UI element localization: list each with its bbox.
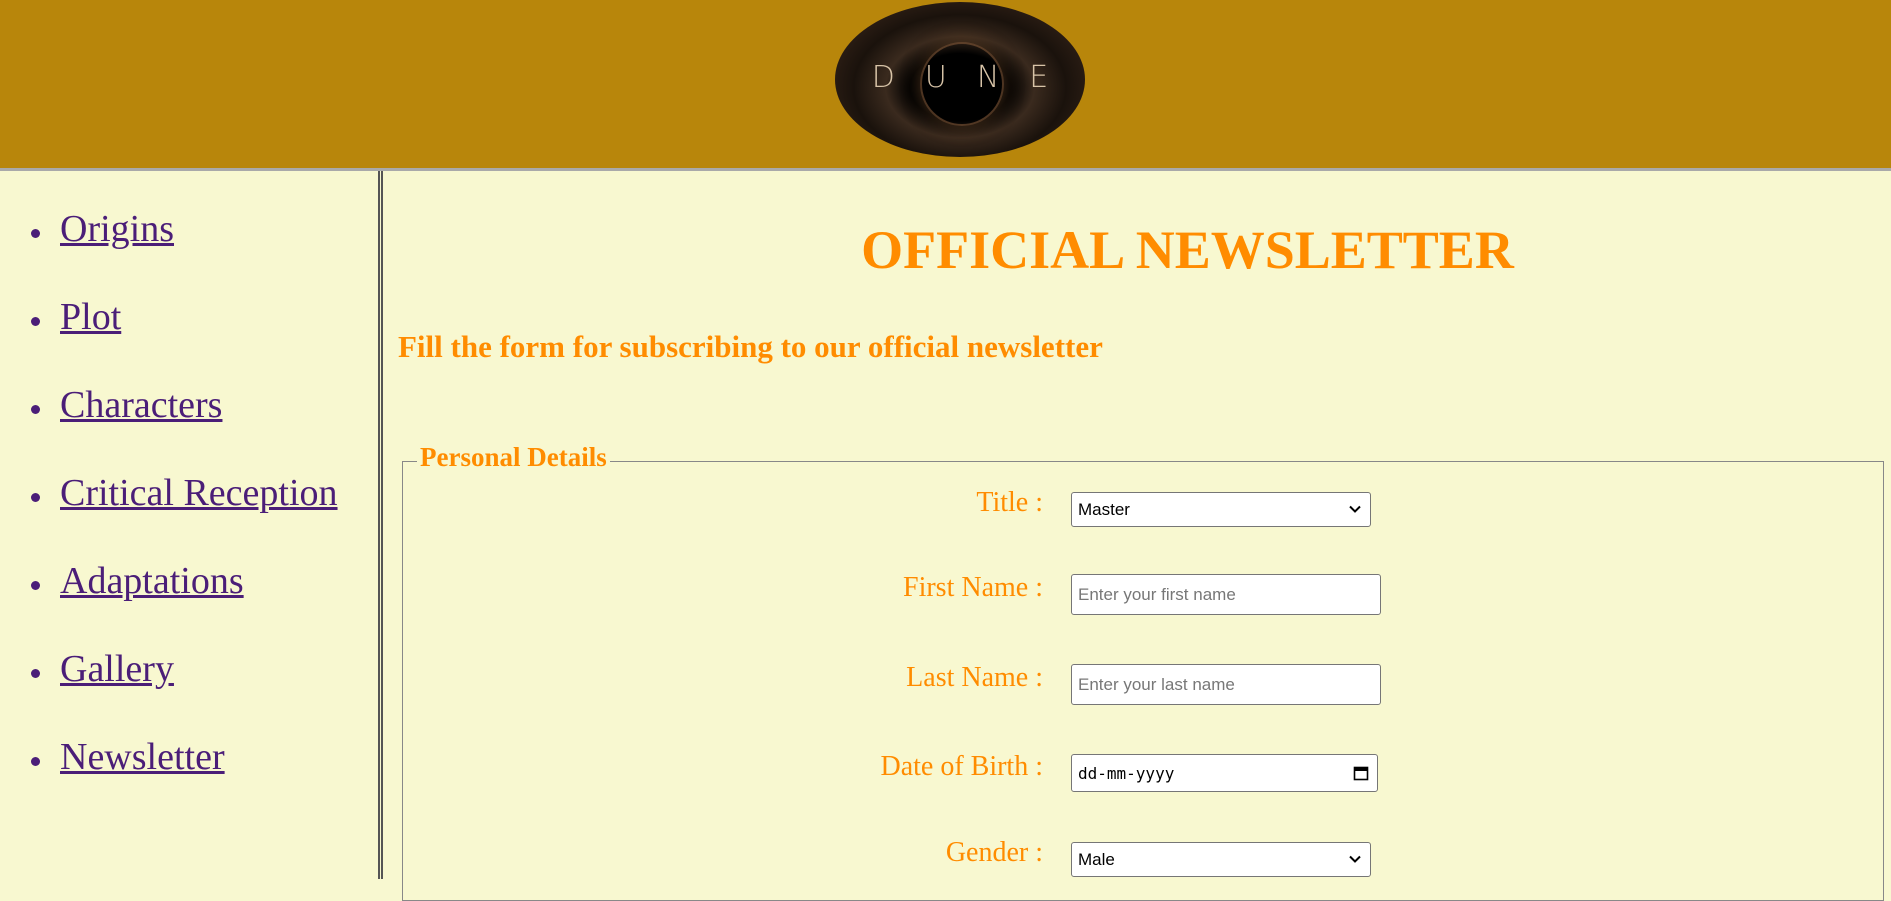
last-name-input[interactable]: Enter your last name bbox=[1071, 664, 1381, 705]
sidebar-item-origins: Origins bbox=[0, 207, 370, 257]
gender-label: Gender : bbox=[945, 837, 1043, 868]
bullet-icon bbox=[31, 317, 40, 326]
bullet-icon bbox=[31, 229, 40, 238]
bullet-icon bbox=[31, 581, 40, 590]
dob-input[interactable]: dd-mm-yyyy bbox=[1071, 754, 1378, 792]
last-name-label: Last Name : bbox=[906, 662, 1043, 693]
nav-link-gallery[interactable]: Gallery bbox=[60, 647, 174, 691]
sidebar-item-critical-reception: Critical Reception bbox=[0, 471, 370, 521]
nav-link-characters[interactable]: Characters bbox=[60, 383, 222, 427]
sidebar-item-characters: Characters bbox=[0, 383, 370, 433]
bullet-icon bbox=[31, 757, 40, 766]
nav-link-critical-reception[interactable]: Critical Reception bbox=[60, 471, 338, 515]
first-name-label: First Name : bbox=[903, 572, 1043, 603]
bullet-icon bbox=[31, 405, 40, 414]
sidebar-item-plot: Plot bbox=[0, 295, 370, 345]
title-label: Title : bbox=[976, 487, 1043, 518]
page-title: OFFICIAL NEWSLETTER bbox=[861, 220, 1514, 280]
title-select[interactable]: Master bbox=[1071, 492, 1371, 527]
logo-text: DUNE bbox=[871, 60, 1079, 95]
gender-select-value: Male bbox=[1078, 849, 1115, 869]
sidebar-item-newsletter: Newsletter bbox=[0, 735, 370, 785]
title-select-value: Master bbox=[1078, 499, 1130, 519]
page-subtitle: Fill the form for subscribing to our off… bbox=[398, 329, 1103, 364]
dob-placeholder: dd-mm-yyyy bbox=[1078, 763, 1175, 783]
nav-link-plot[interactable]: Plot bbox=[60, 295, 121, 339]
main-content: OFFICIAL NEWSLETTER Fill the form for su… bbox=[388, 171, 1891, 901]
bullet-icon bbox=[31, 669, 40, 678]
last-name-placeholder: Enter your last name bbox=[1078, 674, 1235, 694]
site-header: DUNE bbox=[0, 0, 1891, 171]
bullet-icon bbox=[31, 493, 40, 502]
first-name-input[interactable]: Enter your first name bbox=[1071, 574, 1381, 615]
sidebar-item-adaptations: Adaptations bbox=[0, 559, 370, 609]
calendar-icon[interactable] bbox=[1353, 765, 1369, 781]
first-name-placeholder: Enter your first name bbox=[1078, 584, 1236, 604]
dob-label: Date of Birth : bbox=[880, 751, 1043, 782]
chevron-down-icon bbox=[1349, 855, 1361, 863]
nav-link-adaptations[interactable]: Adaptations bbox=[60, 559, 244, 603]
nav-link-newsletter[interactable]: Newsletter bbox=[60, 735, 225, 779]
nav-link-origins[interactable]: Origins bbox=[60, 207, 174, 251]
personal-details-fieldset: Personal Details Title : Master First Na… bbox=[402, 442, 1884, 901]
sidebar-nav: Origins Plot Characters Critical Recepti… bbox=[0, 171, 383, 879]
dune-logo[interactable]: DUNE bbox=[835, 2, 1085, 157]
chevron-down-icon bbox=[1349, 505, 1361, 513]
sidebar-item-gallery: Gallery bbox=[0, 647, 370, 697]
gender-select[interactable]: Male bbox=[1071, 842, 1371, 877]
fieldset-legend: Personal Details bbox=[417, 442, 610, 473]
